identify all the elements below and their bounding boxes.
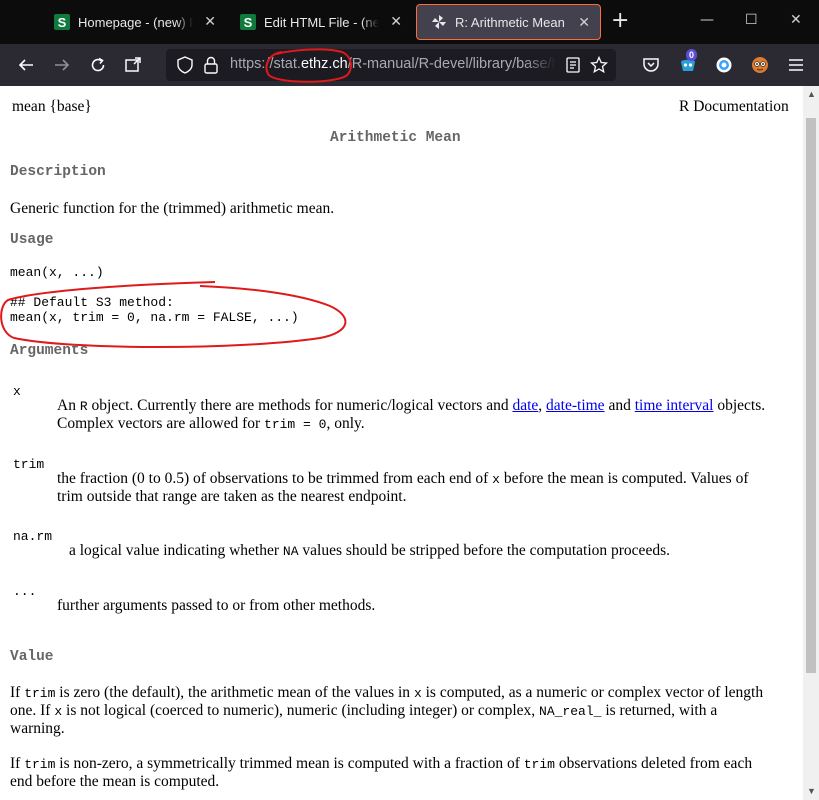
- text: , only.: [326, 415, 365, 432]
- text: the fraction (0 to 0.5) of observations …: [57, 470, 489, 487]
- arg-desc-dots: further arguments passed to or from othe…: [57, 597, 376, 614]
- tab-title: R: Arithmetic Mean: [455, 14, 565, 30]
- code-x: x: [413, 686, 422, 701]
- code-trim: trim: [24, 757, 56, 772]
- text: If: [10, 684, 21, 701]
- code-trim-zero: trim = 0: [264, 417, 327, 432]
- tab-homepage[interactable]: S Homepage - (new) Programiz ✕: [40, 4, 226, 40]
- arg-desc-x-line2: Complex vectors are allowed for trim = 0…: [57, 415, 365, 434]
- lock-icon[interactable]: [200, 54, 222, 76]
- extension-mask-icon[interactable]: 0: [677, 49, 699, 76]
- arg-name-x: x: [13, 384, 21, 399]
- text: values should be stripped before the com…: [302, 542, 670, 559]
- value-paragraph-1-line1: If trim is zero (the default), the arith…: [10, 684, 763, 703]
- usage-heading: Usage: [10, 232, 54, 248]
- value-paragraph-2-line1: If trim is non-zero, a symmetrically tri…: [10, 755, 752, 774]
- description-text: Generic function for the (trimmed) arith…: [10, 200, 335, 217]
- text: is not logical (coerced to numeric), num…: [66, 702, 536, 719]
- code-r: R: [79, 399, 88, 414]
- bookmark-star-icon[interactable]: [588, 54, 610, 76]
- text: is computed, as a numeric or complex vec…: [425, 684, 764, 701]
- code-x: x: [492, 472, 500, 487]
- tab-arithmetic-mean[interactable]: R: Arithmetic Mean ✕: [416, 4, 601, 40]
- close-tab-icon[interactable]: ✕: [204, 13, 216, 30]
- reload-icon[interactable]: [87, 54, 109, 76]
- tab-strip: S Homepage - (new) Programiz ✕ S Edit HT…: [0, 0, 819, 44]
- arg-name-dots: ...: [13, 584, 37, 599]
- topic-label: mean {base}: [12, 98, 92, 115]
- text: Complex vectors are allowed for: [57, 415, 261, 432]
- text: is returned, with a: [605, 702, 718, 719]
- code-na-real: NA_real_: [539, 704, 602, 719]
- pocket-icon[interactable]: [640, 54, 662, 76]
- minimize-icon[interactable]: —: [700, 12, 714, 28]
- url-path: /R-manual/R-devel/library/base/html/mean…: [347, 56, 556, 72]
- pinwheel-favicon-icon: [431, 14, 447, 30]
- value-paragraph-1-line2: one. If x is not logical (coerced to num…: [10, 702, 717, 721]
- page-title: Arithmetic Mean: [330, 130, 461, 146]
- scroll-up-icon[interactable]: ▲: [807, 89, 816, 99]
- text: object. Currently there are methods for …: [91, 397, 509, 414]
- tab-title: Edit HTML File - (new) Programiz: [264, 14, 379, 30]
- text: and: [608, 397, 631, 414]
- scroll-down-icon[interactable]: ▼: [807, 786, 816, 796]
- page-content: mean {base} R Documentation Arithmetic M…: [0, 86, 803, 800]
- arg-desc-trim-line2: trim outside that range are taken as the…: [57, 488, 407, 505]
- text: If: [10, 755, 21, 772]
- arg-name-trim: trim: [13, 457, 45, 472]
- new-tab-button[interactable]: +: [611, 10, 629, 32]
- code-x: x: [54, 704, 63, 719]
- link-date[interactable]: date: [512, 397, 538, 414]
- save-to-pocket-icon[interactable]: [122, 54, 144, 76]
- link-time-interval[interactable]: time interval: [635, 397, 714, 414]
- reader-view-icon[interactable]: [562, 54, 584, 76]
- programiz-favicon-icon: S: [54, 14, 70, 30]
- extension-circle-icon[interactable]: [713, 54, 735, 76]
- value-paragraph-2-line2: end before the mean is computed.: [10, 773, 220, 790]
- scrollbar-thumb[interactable]: [806, 118, 816, 673]
- shield-icon[interactable]: [174, 54, 196, 76]
- tab-title: Homepage - (new) Programiz: [78, 14, 193, 30]
- extension-face-icon[interactable]: [749, 54, 771, 76]
- vertical-scrollbar[interactable]: ▲ ▼: [803, 86, 819, 800]
- arg-desc-trim: the fraction (0 to 0.5) of observations …: [57, 470, 748, 489]
- documentation-label: R Documentation: [679, 98, 789, 115]
- arg-desc-na-rm: a logical value indicating whether NA va…: [69, 542, 670, 561]
- programiz-favicon-icon: S: [240, 14, 256, 30]
- text: is non-zero, a symmetrically trimmed mea…: [59, 755, 520, 772]
- code-trim: trim: [523, 757, 555, 772]
- extension-badge: 0: [686, 49, 698, 61]
- close-tab-icon[interactable]: ✕: [390, 13, 402, 30]
- tab-edit-html[interactable]: S Edit HTML File - (new) Programiz ✕: [226, 4, 412, 40]
- forward-icon[interactable]: [51, 54, 73, 76]
- address-bar[interactable]: https://stat.ethz.ch/R-manual/R-devel/li…: [166, 49, 616, 81]
- text: observations deleted from each: [558, 755, 753, 772]
- code-na: NA: [282, 544, 299, 559]
- text: a logical value indicating whether: [69, 542, 280, 559]
- value-paragraph-1-line3: warning.: [10, 720, 65, 737]
- arg-desc-x: An R object. Currently there are methods…: [57, 397, 766, 414]
- red-annotation-url-circle: [265, 48, 352, 83]
- navigation-toolbar: https://stat.ethz.ch/R-manual/R-devel/li…: [0, 44, 819, 86]
- arguments-heading: Arguments: [10, 343, 89, 359]
- arg-name-na-rm: na.rm: [13, 529, 53, 544]
- text: before the mean is computed. Values of: [503, 470, 749, 487]
- text: objects.: [717, 397, 766, 414]
- text: An: [57, 397, 76, 414]
- close-window-icon[interactable]: ✕: [790, 12, 802, 28]
- link-date-time[interactable]: date-time: [546, 397, 605, 414]
- close-tab-icon[interactable]: ✕: [578, 14, 590, 31]
- text: is zero (the default), the arithmetic me…: [59, 684, 411, 701]
- text: one. If: [10, 702, 51, 719]
- back-icon[interactable]: [15, 54, 37, 76]
- description-heading: Description: [10, 164, 106, 180]
- maximize-icon[interactable]: ☐: [745, 12, 758, 28]
- code-trim: trim: [24, 686, 56, 701]
- menu-icon[interactable]: [785, 54, 807, 76]
- value-heading: Value: [10, 649, 54, 665]
